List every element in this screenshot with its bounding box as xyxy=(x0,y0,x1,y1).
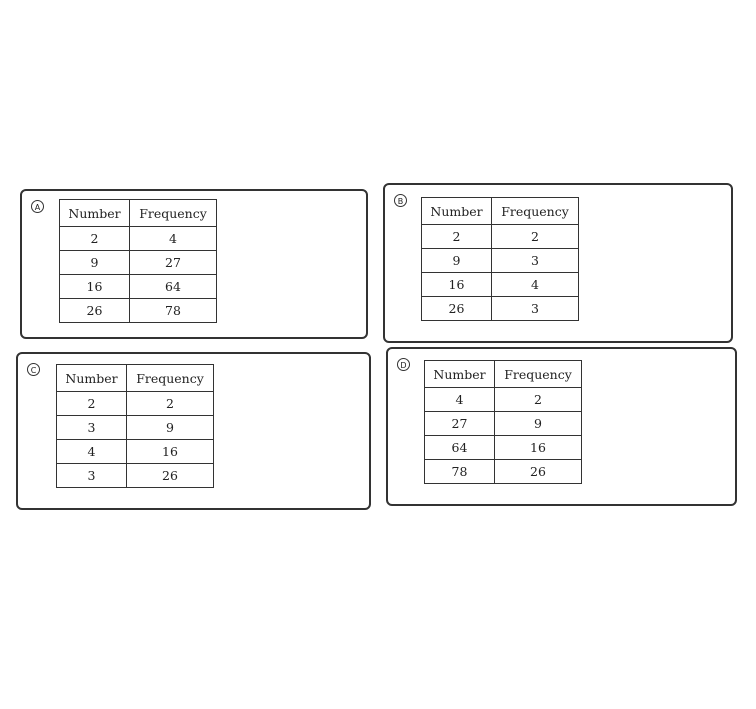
table-row: 64 16 xyxy=(424,435,582,460)
option-a-card[interactable]: A Number Frequency 2 4 9 27 16 64 26 78 xyxy=(20,189,368,339)
table-row: 26 3 xyxy=(421,296,579,321)
table-row: 42 xyxy=(424,387,582,412)
table-row: 16 64 xyxy=(59,274,217,299)
option-c-letter: C xyxy=(27,363,40,376)
option-d-letter: D xyxy=(397,358,410,371)
frequency-cell: 9 xyxy=(126,415,214,440)
table-row: 78 26 xyxy=(424,459,582,484)
column-header: Number xyxy=(421,197,492,225)
frequency-cell: 16 xyxy=(126,439,214,464)
frequency-cell: 2 xyxy=(126,391,214,416)
table-row: 26 78 xyxy=(59,298,217,323)
number-cell: 2 xyxy=(59,226,130,251)
table-row: 9 27 xyxy=(59,250,217,275)
number-cell: 9 xyxy=(59,250,130,275)
frequency-cell: 64 xyxy=(129,274,217,299)
table-row: 93 xyxy=(421,248,579,273)
frequency-cell: 26 xyxy=(494,459,582,484)
column-header: Frequency xyxy=(126,364,214,392)
number-cell: 27 xyxy=(424,411,495,436)
frequency-cell: 3 xyxy=(491,248,579,273)
table-row: 16 4 xyxy=(421,272,579,297)
header-row: Number Frequency xyxy=(421,197,579,225)
frequency-cell: 9 xyxy=(494,411,582,436)
number-cell: 9 xyxy=(421,248,492,273)
table-row: 22 xyxy=(56,391,214,416)
number-cell: 26 xyxy=(59,298,130,323)
frequency-cell: 2 xyxy=(491,224,579,249)
option-a-table: Number Frequency 2 4 9 27 16 64 26 78 xyxy=(59,199,217,323)
number-cell: 16 xyxy=(59,274,130,299)
table-row: 4 16 xyxy=(56,439,214,464)
option-d-table: Number Frequency 4 2 27 9 64 16 78 26 xyxy=(424,360,582,484)
number-cell: 2 xyxy=(56,391,127,416)
column-header: Frequency xyxy=(491,197,579,225)
table-row: 24 xyxy=(59,226,217,251)
frequency-cell: 16 xyxy=(494,435,582,460)
frequency-cell: 4 xyxy=(491,272,579,297)
option-a-letter: A xyxy=(31,200,44,213)
table-row: 27 9 xyxy=(424,411,582,436)
frequency-cell: 4 xyxy=(129,226,217,251)
header-row: Number Frequency xyxy=(424,360,582,388)
table-row: 3 26 xyxy=(56,463,214,488)
option-b-table: Number Frequency 2 2 9 3 16 4 26 3 xyxy=(421,197,579,321)
frequency-cell: 78 xyxy=(129,298,217,323)
column-header: Number xyxy=(424,360,495,388)
option-c-table: Number Frequency 2 2 3 9 4 16 3 26 xyxy=(56,364,214,488)
option-b-letter: B xyxy=(394,194,407,207)
header-row: Number Frequency xyxy=(56,364,214,392)
number-cell: 26 xyxy=(421,296,492,321)
number-cell: 4 xyxy=(56,439,127,464)
frequency-cell: 3 xyxy=(491,296,579,321)
number-cell: 2 xyxy=(421,224,492,249)
option-d-card[interactable]: D Number Frequency 4 2 27 9 64 16 78 26 xyxy=(386,347,737,506)
number-cell: 64 xyxy=(424,435,495,460)
option-b-card[interactable]: B Number Frequency 2 2 9 3 16 4 26 3 xyxy=(383,183,733,343)
frequency-cell: 27 xyxy=(129,250,217,275)
number-cell: 16 xyxy=(421,272,492,297)
header-row: Number Frequency xyxy=(59,199,217,227)
number-cell: 3 xyxy=(56,463,127,488)
frequency-cell: 26 xyxy=(126,463,214,488)
column-header: Number xyxy=(59,199,130,227)
option-c-card[interactable]: C Number Frequency 2 2 3 9 4 16 3 26 xyxy=(16,352,371,510)
frequency-cell: 2 xyxy=(494,387,582,412)
number-cell: 3 xyxy=(56,415,127,440)
number-cell: 4 xyxy=(424,387,495,412)
table-row: 22 xyxy=(421,224,579,249)
column-header: Frequency xyxy=(129,199,217,227)
number-cell: 78 xyxy=(424,459,495,484)
column-header: Frequency xyxy=(494,360,582,388)
column-header: Number xyxy=(56,364,127,392)
table-row: 39 xyxy=(56,415,214,440)
